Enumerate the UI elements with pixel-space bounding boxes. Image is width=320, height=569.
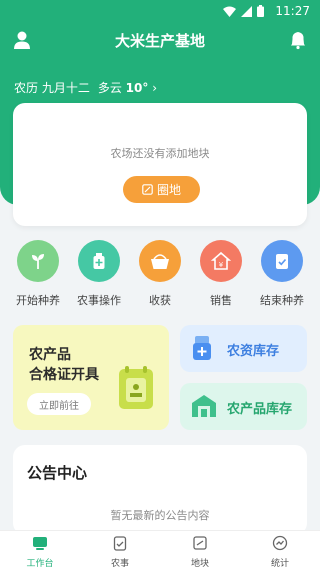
clipboard-check-icon xyxy=(261,240,303,282)
status-time: 11:27 xyxy=(275,4,310,18)
supplies-inventory-label: 农资库存 xyxy=(227,344,280,359)
page-title: 大米生产基地 xyxy=(114,32,205,50)
status-bar: 11:27 xyxy=(0,0,320,24)
action-label: 收获 xyxy=(149,294,171,307)
weather-temp: 10° xyxy=(125,81,149,95)
action-label: 结束种养 xyxy=(260,294,304,307)
notice-card: 公告中心 暂无最新的公告内容 xyxy=(13,445,307,535)
supplies-inventory-card[interactable]: 农资库存 xyxy=(180,325,307,372)
product-inventory-label: 农产品库存 xyxy=(227,402,293,417)
weather-condition: 多云 xyxy=(97,81,122,95)
svg-text:¥: ¥ xyxy=(219,261,224,269)
chart-icon xyxy=(272,535,288,551)
action-label: 销售 xyxy=(210,294,232,307)
tab-statistics[interactable]: 统计 xyxy=(240,531,320,569)
certificate-icon xyxy=(119,366,153,409)
tab-label: 地块 xyxy=(190,559,209,569)
top-bar: 大米生产基地 xyxy=(0,26,320,56)
action-label: 农事操作 xyxy=(77,294,121,307)
signal-icon xyxy=(241,5,252,17)
action-harvest[interactable]: 收获 xyxy=(135,240,185,308)
tab-label: 统计 xyxy=(270,559,289,569)
product-inventory-card[interactable]: 农产品库存 xyxy=(180,383,307,430)
certificate-title: 农产品 合格证开具 xyxy=(29,345,119,385)
certificate-card[interactable]: 农产品 合格证开具 立即前往 xyxy=(13,325,169,430)
tab-label: 农事 xyxy=(110,559,129,569)
notice-title: 公告中心 xyxy=(27,464,88,482)
tab-farming[interactable]: 农事 xyxy=(80,531,160,569)
sales-icon: ¥ xyxy=(200,240,242,282)
tab-label: 工作台 xyxy=(26,559,54,569)
sprout-icon xyxy=(17,240,59,282)
action-start-breeding[interactable]: 开始种养 xyxy=(13,240,63,308)
circle-land-label: 圈地 xyxy=(156,183,181,197)
action-end-breeding[interactable]: 结束种养 xyxy=(257,240,307,308)
certificate-line-1: 农产品 xyxy=(29,347,71,363)
farm-card: 农场还没有添加地块 圈地 xyxy=(13,103,307,226)
basket-icon xyxy=(139,240,181,282)
tab-workbench[interactable]: 工作台 xyxy=(0,531,80,569)
tab-plots[interactable]: 地块 xyxy=(160,531,240,569)
lunar-date: 农历 九月十二 xyxy=(14,81,90,95)
status-icons xyxy=(223,5,264,17)
action-farm-operation[interactable]: 农事操作 xyxy=(74,240,124,308)
notice-empty-text: 暂无最新的公告内容 xyxy=(110,509,210,522)
edit-icon xyxy=(142,184,153,195)
clipboard-icon xyxy=(113,536,127,551)
plot-icon xyxy=(193,536,207,550)
bottle-icon xyxy=(78,240,120,282)
bell-icon[interactable] xyxy=(288,30,308,50)
wifi-icon xyxy=(223,6,236,17)
chevron-right-icon: › xyxy=(152,81,158,95)
circle-land-button[interactable]: 圈地 xyxy=(123,176,200,203)
action-sales[interactable]: ¥ 销售 xyxy=(196,240,246,308)
bottom-tab-bar: 工作台 农事 地块 统计 xyxy=(0,530,320,569)
weather-info[interactable]: 农历 九月十二 多云 10° › xyxy=(14,79,157,96)
workbench-icon xyxy=(33,537,47,550)
battery-icon xyxy=(257,5,264,17)
go-now-button[interactable]: 立即前往 xyxy=(27,393,91,415)
action-label: 开始种养 xyxy=(16,294,60,307)
farm-empty-text: 农场还没有添加地块 xyxy=(110,147,210,160)
supplies-icon xyxy=(193,336,211,360)
warehouse-icon xyxy=(192,395,216,417)
certificate-line-2: 合格证开具 xyxy=(29,367,99,383)
